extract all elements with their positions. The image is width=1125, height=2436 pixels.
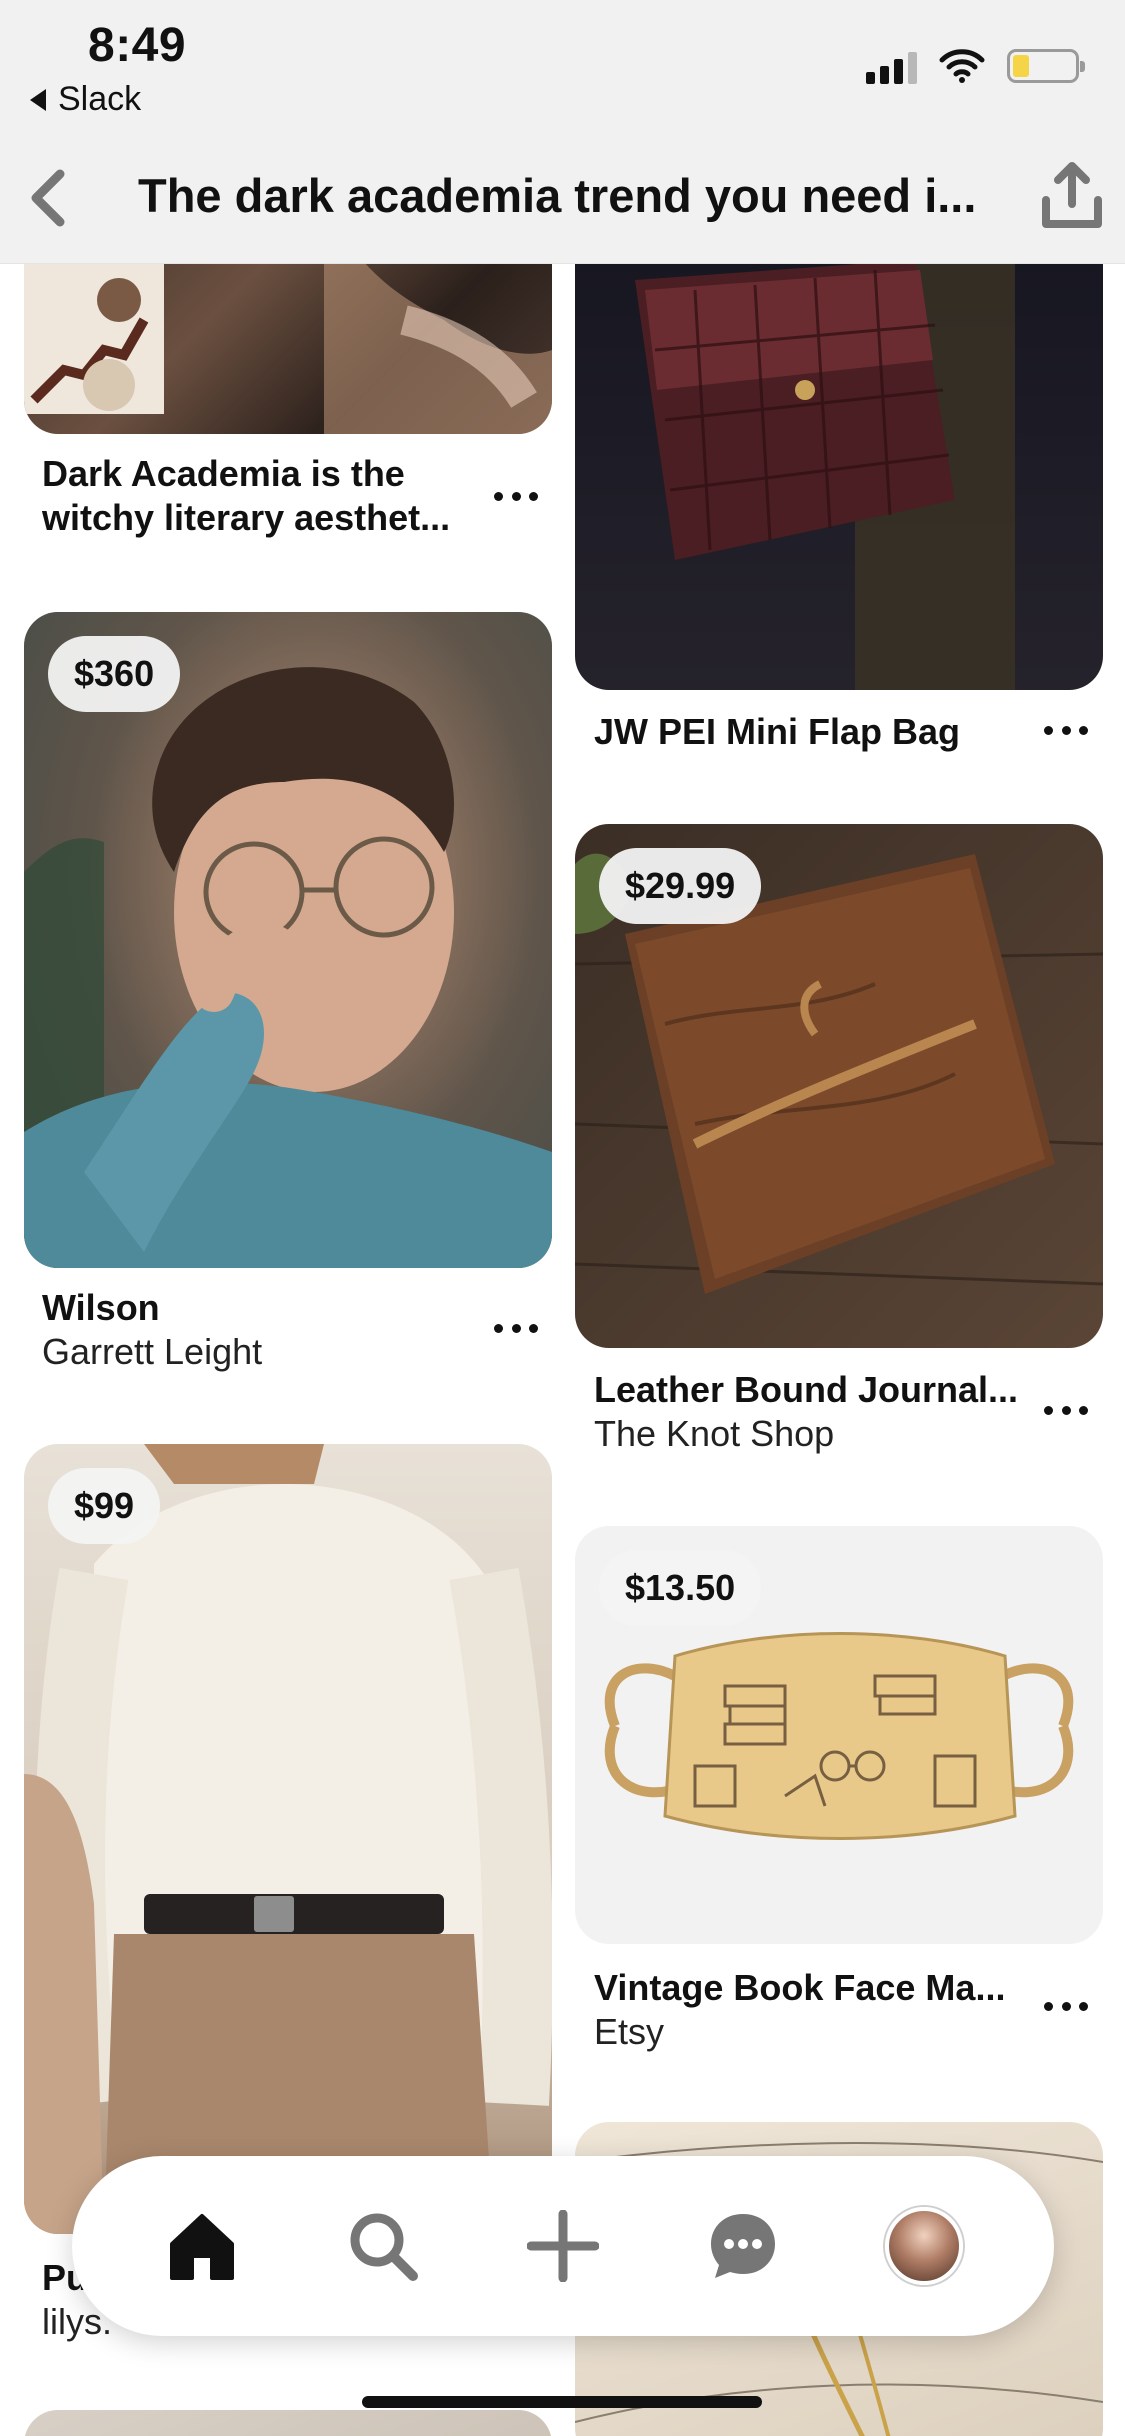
pin-image-leather-journal[interactable]: $29.99 bbox=[575, 824, 1103, 1348]
search-icon bbox=[350, 2213, 418, 2281]
pin-title-line2[interactable]: witchy literary aesthet... bbox=[42, 496, 482, 540]
more-options-icon[interactable] bbox=[494, 486, 538, 506]
price-badge: $29.99 bbox=[599, 848, 762, 924]
status-time: 8:49 bbox=[88, 19, 187, 72]
price-badge: $99 bbox=[48, 1468, 161, 1544]
pin-image-jw-pei-bag[interactable] bbox=[575, 200, 1103, 690]
plus-icon bbox=[526, 2210, 599, 2282]
tab-search[interactable] bbox=[333, 2196, 433, 2296]
pin-subtitle[interactable]: Etsy bbox=[594, 2010, 1014, 2054]
pin-feed: Dark Academia is the witchy literary aes… bbox=[0, 0, 1125, 2436]
chat-icon bbox=[711, 2214, 776, 2278]
pin-title[interactable]: Dark Academia is the bbox=[42, 452, 482, 496]
pin-subtitle[interactable]: The Knot Shop bbox=[594, 1412, 1034, 1456]
more-options-icon[interactable] bbox=[1044, 1996, 1088, 2016]
more-options-icon[interactable] bbox=[1044, 1400, 1088, 1420]
pin-subtitle[interactable]: Garrett Leight bbox=[42, 1330, 482, 1374]
cellular-signal-icon bbox=[866, 48, 917, 84]
price-badge: $13.50 bbox=[599, 1550, 762, 1626]
share-icon[interactable] bbox=[1040, 160, 1104, 232]
tab-messages[interactable] bbox=[693, 2196, 793, 2296]
pin-title[interactable]: Wilson bbox=[42, 1286, 482, 1330]
more-options-icon[interactable] bbox=[494, 1318, 538, 1338]
home-icon bbox=[170, 2214, 235, 2280]
back-triangle-icon bbox=[30, 88, 46, 111]
bottom-tab-bar bbox=[72, 2156, 1054, 2336]
pin-title[interactable]: Vintage Book Face Ma... bbox=[594, 1966, 1014, 2010]
status-indicators bbox=[866, 48, 1085, 84]
pin-image-wilson[interactable]: $360 bbox=[24, 612, 552, 1268]
back-app-label: Slack bbox=[58, 80, 142, 118]
back-chevron-icon[interactable] bbox=[24, 168, 72, 228]
avatar bbox=[884, 2207, 963, 2285]
wifi-icon bbox=[939, 49, 985, 83]
more-options-icon[interactable] bbox=[1044, 720, 1088, 740]
price-badge: $360 bbox=[48, 636, 181, 712]
pin-image-partial[interactable] bbox=[24, 2410, 552, 2436]
tab-home[interactable] bbox=[152, 2196, 252, 2296]
battery-icon bbox=[1007, 49, 1085, 83]
back-to-app-link[interactable]: Slack bbox=[30, 80, 141, 119]
pin-image-face-mask[interactable]: $13.50 bbox=[575, 1526, 1103, 1944]
top-bar: 8:49 Slack The dark academia trend you n… bbox=[0, 0, 1125, 264]
pin-image-sweater-outfit[interactable]: $99 bbox=[24, 1444, 552, 2234]
tab-create[interactable] bbox=[513, 2196, 613, 2296]
pin-title[interactable]: Leather Bound Journal... bbox=[594, 1368, 1034, 1412]
pin-title[interactable]: JW PEI Mini Flap Bag bbox=[594, 710, 1024, 754]
tab-profile[interactable] bbox=[874, 2196, 974, 2296]
home-indicator bbox=[362, 2396, 762, 2408]
page-title: The dark academia trend you need i... bbox=[138, 169, 977, 222]
